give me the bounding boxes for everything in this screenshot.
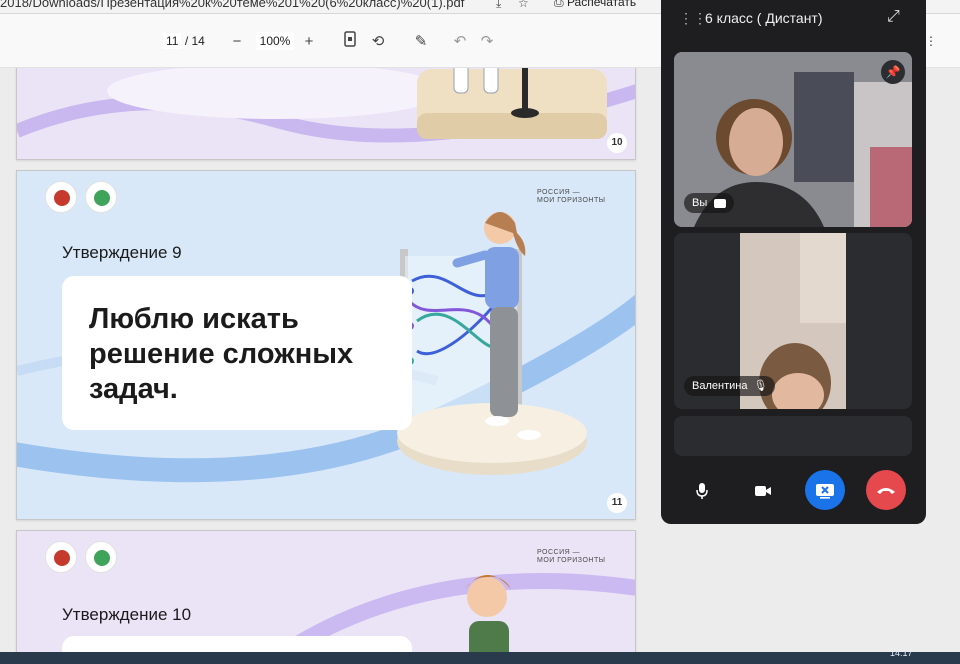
screen: 2018/Downloads/Презентация%20к%20теме%20… <box>0 0 960 664</box>
page-indicator: 11 / 14 <box>163 33 205 49</box>
current-page-input[interactable]: 11 <box>163 33 182 49</box>
slide-number: 11 <box>607 493 627 513</box>
slide-11: РОССИЯ — МОИ ГОРИЗОНТЫ Утверждение 9 Люб… <box>16 170 636 520</box>
ministry-emblem-logo <box>45 541 77 573</box>
undo-icon[interactable]: ↶ <box>449 31 471 53</box>
taskbar: 14:17 <box>0 648 960 664</box>
call-title: 6 класс ( Дистант) <box>705 10 823 26</box>
participant-tile-self[interactable]: 📌 Вы <box>674 52 912 227</box>
participant-tile-valentina[interactable]: Валентина 🎙 <box>674 233 912 409</box>
end-call-button[interactable] <box>866 470 906 510</box>
expand-icon[interactable]: ⤢ <box>887 8 900 26</box>
zoom-level[interactable]: 100% <box>256 32 294 50</box>
brand-line-1: РОССИЯ — <box>537 189 581 196</box>
print-label: Распечатать <box>566 0 637 9</box>
slide-10: 10 <box>16 68 636 160</box>
zoom-out-icon[interactable]: − <box>226 31 248 53</box>
screen-share-stop-icon <box>816 484 834 499</box>
zoom-in-icon[interactable]: + <box>298 31 320 53</box>
project-logo <box>85 541 117 573</box>
brand-text: РОССИЯ — МОИ ГОРИЗОНТЫ <box>537 549 605 565</box>
redo-icon[interactable]: ↷ <box>476 31 498 53</box>
total-pages: / 14 <box>184 34 205 48</box>
drag-handle-icon[interactable]: ⋮⋮ <box>679 10 707 27</box>
project-logo <box>85 181 117 213</box>
statement-label: Утверждение 9 <box>62 243 182 262</box>
statement-label: Утверждение 10 <box>62 605 192 624</box>
participant-label: Вы <box>684 193 735 213</box>
print-button[interactable]: ⎙ Распечатать <box>554 0 636 10</box>
camera-on-icon <box>714 198 727 208</box>
statement-text: Люблю искать решение сложных задач. <box>89 303 354 405</box>
more-options-icon[interactable]: ⋮ <box>925 34 937 48</box>
hang-up-icon <box>877 488 895 495</box>
fit-page-icon[interactable] <box>339 31 361 53</box>
brand-line-2: МОИ ГОРИЗОНТЫ <box>537 557 606 564</box>
printer-icon: ⎙ <box>554 0 567 9</box>
clock: 14:17 <box>890 648 913 658</box>
draw-icon[interactable]: ✎ <box>410 31 432 53</box>
brand-line-2: МОИ ГОРИЗОНТЫ <box>537 197 606 204</box>
participant-label: Валентина 🎙 <box>684 376 776 396</box>
brand-text: РОССИЯ — МОИ ГОРИЗОНТЫ <box>537 189 605 205</box>
video-call-panel: ⋮⋮ 6 класс ( Дистант) ⤢ 📌 Вы Валентина 🎙 <box>661 0 926 524</box>
slide-number: 10 <box>607 133 627 153</box>
microphone-icon <box>696 483 708 500</box>
mic-muted-icon: 🎙 <box>753 380 768 392</box>
pin-icon[interactable]: 📌 <box>881 60 905 84</box>
rotate-icon[interactable]: ⟲ <box>367 31 389 53</box>
brand-line-1: РОССИЯ — <box>537 549 581 556</box>
participant-name: Валентина <box>692 380 748 392</box>
ministry-emblem-logo <box>45 181 77 213</box>
bookmark-icon[interactable]: ☆ <box>518 0 529 10</box>
slide-12: РОССИЯ — МОИ ГОРИЗОНТЫ Утверждение 10 <box>16 530 636 652</box>
statement-card <box>62 636 412 652</box>
download-icon[interactable]: ⤓ <box>496 0 501 11</box>
camera-button[interactable] <box>743 470 783 510</box>
url-text[interactable]: 2018/Downloads/Презентация%20к%20теме%20… <box>0 0 464 10</box>
camera-icon <box>755 486 771 497</box>
screen-share-button[interactable] <box>805 470 845 510</box>
statement-card: Люблю искать решение сложных задач. <box>62 276 412 430</box>
participant-tile-empty <box>674 416 912 456</box>
microphone-button[interactable] <box>682 470 722 510</box>
participant-name: Вы <box>692 197 708 209</box>
slide-10-background-art <box>17 68 635 143</box>
